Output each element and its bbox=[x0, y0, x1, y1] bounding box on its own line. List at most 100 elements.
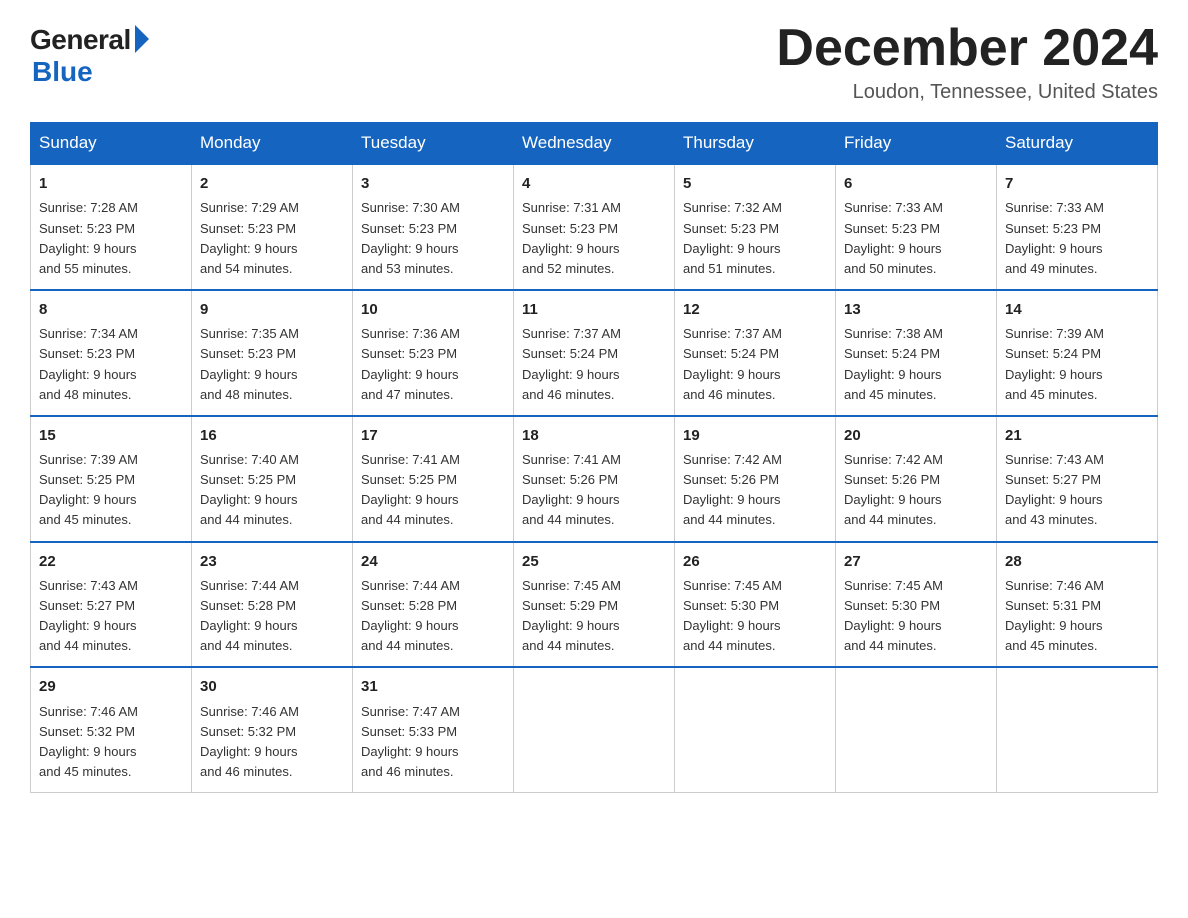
table-row: 20 Sunrise: 7:42 AMSunset: 5:26 PMDayligh… bbox=[836, 416, 997, 542]
day-number: 21 bbox=[1005, 424, 1149, 447]
table-row: 7 Sunrise: 7:33 AMSunset: 5:23 PMDaylight… bbox=[997, 164, 1158, 290]
calendar-header-row: Sunday Monday Tuesday Wednesday Thursday… bbox=[31, 123, 1158, 165]
table-row: 19 Sunrise: 7:42 AMSunset: 5:26 PMDayligh… bbox=[675, 416, 836, 542]
day-number: 23 bbox=[200, 550, 344, 573]
day-number: 19 bbox=[683, 424, 827, 447]
table-row: 10 Sunrise: 7:36 AMSunset: 5:23 PMDayligh… bbox=[353, 290, 514, 416]
day-info: Sunrise: 7:36 AMSunset: 5:23 PMDaylight:… bbox=[361, 326, 460, 401]
table-row: 16 Sunrise: 7:40 AMSunset: 5:25 PMDayligh… bbox=[192, 416, 353, 542]
day-info: Sunrise: 7:37 AMSunset: 5:24 PMDaylight:… bbox=[683, 326, 782, 401]
day-number: 26 bbox=[683, 550, 827, 573]
day-info: Sunrise: 7:33 AMSunset: 5:23 PMDaylight:… bbox=[1005, 200, 1104, 275]
location-subtitle: Loudon, Tennessee, United States bbox=[776, 81, 1158, 104]
day-number: 3 bbox=[361, 172, 505, 195]
calendar-week-row: 29Sunrise: 7:46 AMSunset: 5:32 PMDayligh… bbox=[31, 667, 1158, 792]
title-section: December 2024 Loudon, Tennessee, United … bbox=[776, 20, 1158, 104]
day-info: Sunrise: 7:43 AMSunset: 5:27 PMDaylight:… bbox=[1005, 452, 1104, 527]
table-row: 8 Sunrise: 7:34 AMSunset: 5:23 PMDaylight… bbox=[31, 290, 192, 416]
page-header: General Blue December 2024 Loudon, Tenne… bbox=[30, 20, 1158, 104]
day-info: Sunrise: 7:47 AMSunset: 5:33 PMDaylight:… bbox=[361, 704, 460, 779]
day-info: Sunrise: 7:42 AMSunset: 5:26 PMDaylight:… bbox=[683, 452, 782, 527]
day-number: 31 bbox=[361, 675, 505, 698]
logo: General Blue bbox=[30, 20, 149, 88]
table-row: 15Sunrise: 7:39 AMSunset: 5:25 PMDayligh… bbox=[31, 416, 192, 542]
day-number: 11 bbox=[522, 298, 666, 321]
day-number: 15 bbox=[39, 424, 183, 447]
day-info: Sunrise: 7:43 AMSunset: 5:27 PMDaylight:… bbox=[39, 578, 138, 653]
day-number: 22 bbox=[39, 550, 183, 573]
day-number: 24 bbox=[361, 550, 505, 573]
day-number: 18 bbox=[522, 424, 666, 447]
table-row: 31 Sunrise: 7:47 AMSunset: 5:33 PMDayligh… bbox=[353, 667, 514, 792]
day-number: 17 bbox=[361, 424, 505, 447]
day-info: Sunrise: 7:37 AMSunset: 5:24 PMDaylight:… bbox=[522, 326, 621, 401]
day-number: 4 bbox=[522, 172, 666, 195]
col-sunday: Sunday bbox=[31, 123, 192, 165]
day-number: 6 bbox=[844, 172, 988, 195]
table-row: 6 Sunrise: 7:33 AMSunset: 5:23 PMDaylight… bbox=[836, 164, 997, 290]
table-row: 12 Sunrise: 7:37 AMSunset: 5:24 PMDayligh… bbox=[675, 290, 836, 416]
table-row: 3Sunrise: 7:30 AMSunset: 5:23 PMDaylight… bbox=[353, 164, 514, 290]
table-row: 25 Sunrise: 7:45 AMSunset: 5:29 PMDayligh… bbox=[514, 542, 675, 668]
day-number: 2 bbox=[200, 172, 344, 195]
table-row: 17 Sunrise: 7:41 AMSunset: 5:25 PMDayligh… bbox=[353, 416, 514, 542]
day-info: Sunrise: 7:41 AMSunset: 5:26 PMDaylight:… bbox=[522, 452, 621, 527]
day-number: 30 bbox=[200, 675, 344, 698]
day-info: Sunrise: 7:42 AMSunset: 5:26 PMDaylight:… bbox=[844, 452, 943, 527]
day-info: Sunrise: 7:29 AMSunset: 5:23 PMDaylight:… bbox=[200, 200, 299, 275]
table-row: 22 Sunrise: 7:43 AMSunset: 5:27 PMDayligh… bbox=[31, 542, 192, 668]
table-row: 24 Sunrise: 7:44 AMSunset: 5:28 PMDayligh… bbox=[353, 542, 514, 668]
day-info: Sunrise: 7:45 AMSunset: 5:30 PMDaylight:… bbox=[844, 578, 943, 653]
day-info: Sunrise: 7:40 AMSunset: 5:25 PMDaylight:… bbox=[200, 452, 299, 527]
table-row: 28 Sunrise: 7:46 AMSunset: 5:31 PMDayligh… bbox=[997, 542, 1158, 668]
day-info: Sunrise: 7:39 AMSunset: 5:24 PMDaylight:… bbox=[1005, 326, 1104, 401]
day-info: Sunrise: 7:33 AMSunset: 5:23 PMDaylight:… bbox=[844, 200, 943, 275]
day-info: Sunrise: 7:34 AMSunset: 5:23 PMDaylight:… bbox=[39, 326, 138, 401]
table-row: 29Sunrise: 7:46 AMSunset: 5:32 PMDayligh… bbox=[31, 667, 192, 792]
table-row: 26Sunrise: 7:45 AMSunset: 5:30 PMDayligh… bbox=[675, 542, 836, 668]
day-number: 10 bbox=[361, 298, 505, 321]
table-row: 27Sunrise: 7:45 AMSunset: 5:30 PMDayligh… bbox=[836, 542, 997, 668]
table-row bbox=[675, 667, 836, 792]
table-row: 11 Sunrise: 7:37 AMSunset: 5:24 PMDayligh… bbox=[514, 290, 675, 416]
day-number: 8 bbox=[39, 298, 183, 321]
table-row: 4 Sunrise: 7:31 AMSunset: 5:23 PMDaylight… bbox=[514, 164, 675, 290]
day-info: Sunrise: 7:46 AMSunset: 5:31 PMDaylight:… bbox=[1005, 578, 1104, 653]
day-number: 16 bbox=[200, 424, 344, 447]
day-number: 9 bbox=[200, 298, 344, 321]
calendar-week-row: 15Sunrise: 7:39 AMSunset: 5:25 PMDayligh… bbox=[31, 416, 1158, 542]
table-row: 18 Sunrise: 7:41 AMSunset: 5:26 PMDayligh… bbox=[514, 416, 675, 542]
table-row: 9 Sunrise: 7:35 AMSunset: 5:23 PMDaylight… bbox=[192, 290, 353, 416]
day-info: Sunrise: 7:46 AMSunset: 5:32 PMDaylight:… bbox=[39, 704, 138, 779]
col-thursday: Thursday bbox=[675, 123, 836, 165]
table-row: 30Sunrise: 7:46 AMSunset: 5:32 PMDayligh… bbox=[192, 667, 353, 792]
col-tuesday: Tuesday bbox=[353, 123, 514, 165]
day-info: Sunrise: 7:32 AMSunset: 5:23 PMDaylight:… bbox=[683, 200, 782, 275]
day-number: 25 bbox=[522, 550, 666, 573]
day-info: Sunrise: 7:38 AMSunset: 5:24 PMDaylight:… bbox=[844, 326, 943, 401]
calendar-table: Sunday Monday Tuesday Wednesday Thursday… bbox=[30, 122, 1158, 793]
col-monday: Monday bbox=[192, 123, 353, 165]
day-number: 1 bbox=[39, 172, 183, 195]
table-row: 1 Sunrise: 7:28 AMSunset: 5:23 PMDaylight… bbox=[31, 164, 192, 290]
day-number: 20 bbox=[844, 424, 988, 447]
day-info: Sunrise: 7:35 AMSunset: 5:23 PMDaylight:… bbox=[200, 326, 299, 401]
day-info: Sunrise: 7:44 AMSunset: 5:28 PMDaylight:… bbox=[361, 578, 460, 653]
calendar-week-row: 8 Sunrise: 7:34 AMSunset: 5:23 PMDaylight… bbox=[31, 290, 1158, 416]
day-number: 12 bbox=[683, 298, 827, 321]
day-number: 28 bbox=[1005, 550, 1149, 573]
table-row: 5 Sunrise: 7:32 AMSunset: 5:23 PMDaylight… bbox=[675, 164, 836, 290]
calendar-week-row: 22 Sunrise: 7:43 AMSunset: 5:27 PMDayligh… bbox=[31, 542, 1158, 668]
day-number: 7 bbox=[1005, 172, 1149, 195]
logo-general-text: General bbox=[30, 24, 131, 56]
day-info: Sunrise: 7:28 AMSunset: 5:23 PMDaylight:… bbox=[39, 200, 138, 275]
logo-triangle-icon bbox=[135, 25, 149, 53]
day-info: Sunrise: 7:41 AMSunset: 5:25 PMDaylight:… bbox=[361, 452, 460, 527]
day-info: Sunrise: 7:44 AMSunset: 5:28 PMDaylight:… bbox=[200, 578, 299, 653]
table-row: 14Sunrise: 7:39 AMSunset: 5:24 PMDayligh… bbox=[997, 290, 1158, 416]
month-title: December 2024 bbox=[776, 20, 1158, 77]
day-info: Sunrise: 7:31 AMSunset: 5:23 PMDaylight:… bbox=[522, 200, 621, 275]
table-row: 21 Sunrise: 7:43 AMSunset: 5:27 PMDayligh… bbox=[997, 416, 1158, 542]
day-info: Sunrise: 7:45 AMSunset: 5:29 PMDaylight:… bbox=[522, 578, 621, 653]
day-number: 5 bbox=[683, 172, 827, 195]
